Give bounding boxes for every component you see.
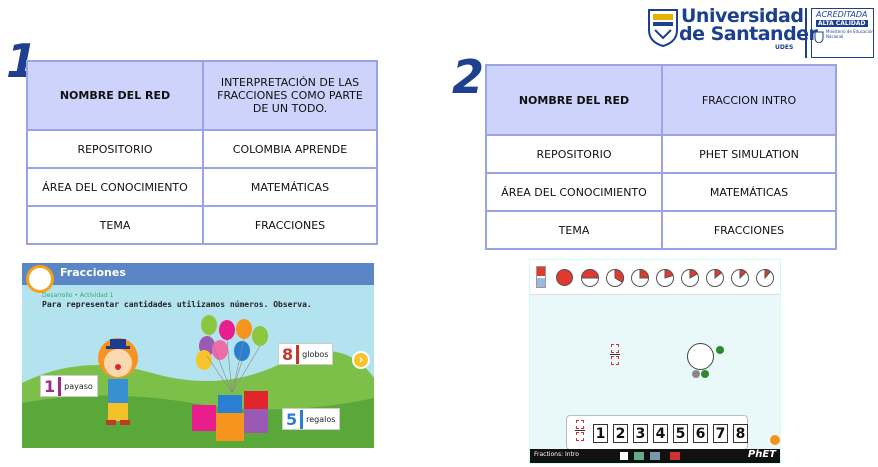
table-key: REPOSITORIO (485, 134, 663, 174)
table-key: NOMBRE DEL RED (485, 64, 663, 136)
label-globos: 8 globos (278, 343, 334, 365)
label-regalos: 5 regalos (282, 408, 341, 430)
phet-screenshot: 1 2 3 4 5 6 7 8 Fractions: Intro PhET (529, 259, 781, 464)
number-tile[interactable]: 4 (653, 424, 668, 443)
university-name-line2: de Santander (679, 23, 818, 45)
screen-1-icon[interactable] (634, 452, 644, 460)
number-tile[interactable]: 8 (733, 424, 748, 443)
label-text: regalos (306, 414, 336, 424)
number-tile[interactable]: 7 (713, 424, 728, 443)
label-payaso: 1 payaso (40, 375, 98, 397)
next-arrow-icon[interactable]: › (352, 351, 370, 369)
activity-instruction: Para representar cantidades utilizamos n… (42, 300, 312, 309)
table-value: FRACCIONES (202, 205, 378, 245)
reset-icon[interactable] (770, 435, 780, 445)
table-value: MATEMÁTICAS (661, 172, 837, 212)
table-key: ÁREA DEL CONOCIMIENTO (26, 167, 204, 207)
table-key: ÁREA DEL CONOCIMIENTO (485, 172, 663, 212)
activity-breadcrumb: Desarrollo • Actividad 1 (42, 292, 114, 299)
label-number: 8 (279, 344, 300, 364)
red-info-table-2: NOMBRE DEL RED FRACCION INTRO REPOSITORI… (485, 64, 837, 250)
label-number: 5 (283, 409, 304, 429)
table-key: REPOSITORIO (26, 129, 204, 169)
accreditation-line1: ACREDITADA (816, 10, 868, 19)
table-value: PHET SIMULATION (661, 134, 837, 174)
accreditation-badge: ACREDITADA ALTA CALIDAD Ministerio de Ed… (811, 8, 874, 58)
table-key: NOMBRE DEL RED (26, 60, 204, 131)
number-tray: 1 2 3 4 5 6 7 8 (566, 415, 748, 450)
label-number: 1 (41, 376, 62, 396)
table-value: FRACCION INTRO (661, 64, 837, 136)
table-value: MATEMÁTICAS (202, 167, 378, 207)
number-tile[interactable]: 3 (633, 424, 648, 443)
activity-title: Fracciones (60, 266, 126, 279)
label-text: globos (302, 349, 329, 359)
ministry-seal-icon (814, 31, 824, 43)
phet-logo: PhET (747, 449, 776, 460)
play-icon[interactable] (701, 370, 709, 378)
shape-toolbar (530, 260, 780, 295)
sim-title: Fractions: Intro (534, 451, 579, 458)
number-tile[interactable]: 1 (593, 424, 608, 443)
accreditation-line2: ALTA CALIDAD (816, 20, 868, 27)
fraction-pieces-icons[interactable] (580, 269, 781, 288)
screen-2-icon[interactable] (650, 452, 660, 460)
screen-3-icon[interactable] (670, 452, 680, 460)
accreditation-detail: Ministerio de Educación Nacional (826, 29, 874, 39)
label-text: payaso (64, 381, 93, 391)
red-info-table-1: NOMBRE DEL RED INTERPRETACIÓN DE LAS FRA… (26, 60, 378, 245)
number-tile[interactable]: 5 (673, 424, 688, 443)
home-icon[interactable] (620, 452, 628, 460)
activity-header: Fracciones (22, 263, 374, 285)
logo-divider (805, 8, 807, 58)
table-key: TEMA (26, 205, 204, 245)
magnifier-icon[interactable] (26, 265, 54, 293)
plus-icon[interactable] (716, 346, 724, 354)
university-logo: Universidad de Santander UDES ACREDITADA… (645, 4, 877, 60)
table-value: INTERPRETACIÓN DE LAS FRACCIONES COMO PA… (202, 60, 378, 131)
university-seal-icon (648, 9, 678, 48)
university-abbrev: UDES (775, 44, 794, 51)
minus-icon[interactable] (692, 370, 700, 378)
activity-screenshot: Fracciones Desarrollo • Actividad 1 Para… (22, 263, 374, 448)
table-value: COLOMBIA APRENDE (202, 129, 378, 169)
tray-fraction-icon[interactable] (575, 419, 585, 446)
fraction-display[interactable] (610, 343, 620, 370)
number-tile[interactable]: 6 (693, 424, 708, 443)
section-2-number: 2 (452, 50, 485, 104)
table-value: FRACCIONES (661, 210, 837, 250)
target-circle[interactable] (687, 343, 714, 370)
whole-circle-icon[interactable] (556, 269, 573, 286)
table-key: TEMA (485, 210, 663, 250)
shape-selector[interactable] (536, 266, 546, 288)
number-tile[interactable]: 2 (613, 424, 628, 443)
sim-navbar: Fractions: Intro PhET (530, 449, 780, 463)
